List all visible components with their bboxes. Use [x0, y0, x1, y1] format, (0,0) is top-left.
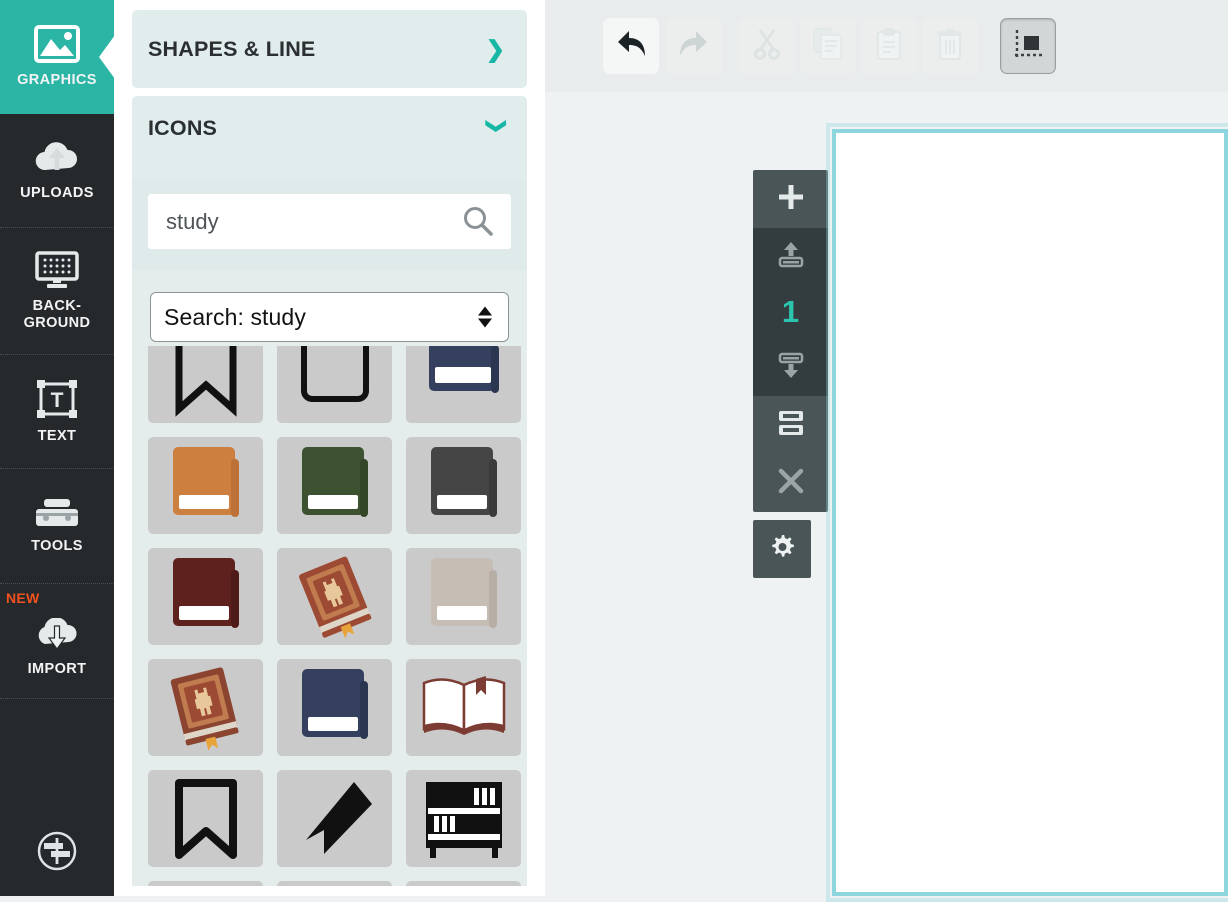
icon-result-navy-book[interactable] — [277, 659, 392, 756]
edit-toolbar — [545, 0, 1228, 92]
move-page-up-icon — [776, 241, 806, 274]
icon-search-zone — [132, 180, 527, 270]
editor-app: GRAPHICS UPLOADS BACK- GROUND T TEXT TOO… — [0, 0, 1228, 902]
icon-results-scroll[interactable] — [132, 346, 527, 886]
clipboard-icon — [875, 28, 903, 65]
icon-result-closed-book-solid[interactable] — [148, 881, 263, 886]
accordion-title: SHAPES & LINE — [148, 36, 316, 61]
active-pointer-icon — [99, 34, 115, 79]
chevron-right-icon: ❯ — [485, 35, 505, 62]
icon-result-bookmark-ribbon-outline[interactable] — [148, 346, 263, 423]
position-button[interactable] — [1000, 18, 1056, 74]
icon-results-grid — [132, 346, 527, 886]
icon-result-bookmark-outline[interactable] — [148, 770, 263, 867]
page-controls-group: 1 — [753, 170, 828, 512]
icon-result-dark-gray-book[interactable] — [406, 437, 521, 534]
sidebar-item-label: TOOLS — [31, 538, 83, 554]
icon-result-open-book[interactable] — [406, 659, 521, 756]
redo-icon — [677, 29, 711, 64]
duplicate-page-icon — [776, 410, 806, 441]
icon-result-bookmark-solid[interactable] — [277, 770, 392, 867]
toolbox-icon — [33, 497, 81, 529]
sidebar-item-tools[interactable]: TOOLS — [0, 469, 114, 584]
page-controls: 1 — [753, 170, 828, 578]
chevron-down-icon: ❯ — [485, 117, 508, 135]
undo-button[interactable] — [603, 18, 659, 74]
icon-result-storybook[interactable] — [148, 659, 263, 756]
graphics-panel: SHAPES & LINE ❯ ICONS ❯ Search: study — [114, 0, 545, 896]
undo-icon — [614, 29, 648, 64]
add-page-button[interactable] — [753, 170, 828, 228]
gear-icon — [768, 533, 796, 566]
monitor-pattern-icon — [34, 250, 80, 289]
accordion-icons[interactable]: ICONS ❯ — [132, 96, 527, 192]
paste-button[interactable] — [861, 18, 917, 74]
icon-result-beige-book[interactable] — [406, 548, 521, 645]
sidebar-item-graphics[interactable]: GRAPHICS — [0, 0, 115, 114]
close-x-icon — [777, 467, 805, 500]
sidebar-item-label: GRAPHICS — [17, 71, 97, 88]
move-page-down-icon — [776, 351, 806, 384]
new-badge: NEW — [6, 590, 40, 606]
select-arrows-icon — [478, 306, 492, 328]
cloud-upload-icon — [33, 140, 81, 176]
scissors-icon — [752, 28, 782, 65]
search-filter-select[interactable]: Search: study — [150, 292, 509, 342]
search-icon[interactable] — [461, 205, 495, 239]
redo-button[interactable] — [666, 18, 722, 74]
icon-result-bookshelf[interactable] — [406, 770, 521, 867]
sidebar-item-uploads[interactable]: UPLOADS — [0, 114, 114, 228]
design-canvas[interactable] — [832, 129, 1228, 896]
sidebar-item-label: TEXT — [37, 427, 77, 444]
copy-button[interactable] — [800, 18, 856, 74]
search-box[interactable] — [148, 194, 511, 249]
plus-icon — [776, 182, 806, 217]
icon-result-notebook-solid[interactable] — [277, 881, 392, 886]
left-sidebar: GRAPHICS UPLOADS BACK- GROUND T TEXT TOO… — [0, 0, 115, 896]
duplicate-page-button[interactable] — [753, 396, 828, 454]
icon-result-storybook-tilted[interactable] — [277, 548, 392, 645]
page-settings-button[interactable] — [753, 520, 811, 578]
icon-result-open-book-solid[interactable] — [406, 881, 521, 886]
accordion-title: ICONS — [148, 116, 218, 140]
sidebar-signpost-button[interactable] — [0, 810, 114, 896]
icon-result-orange-book[interactable] — [148, 437, 263, 534]
delete-page-button[interactable] — [753, 454, 828, 512]
accordion-shapes-and-line[interactable]: SHAPES & LINE ❯ — [132, 10, 527, 88]
page-number: 1 — [753, 286, 828, 338]
icon-result-maroon-book[interactable] — [148, 548, 263, 645]
move-page-up-button[interactable] — [753, 228, 828, 286]
sidebar-item-text[interactable]: T TEXT — [0, 355, 114, 469]
delete-button[interactable] — [922, 18, 978, 74]
sidebar-item-background[interactable]: BACK- GROUND — [0, 228, 114, 355]
sidebar-item-label: IMPORT — [27, 661, 87, 677]
svg-text:T: T — [51, 389, 64, 412]
sidebar-item-label: BACK- GROUND — [23, 297, 91, 331]
icon-result-green-book[interactable] — [277, 437, 392, 534]
text-box-icon: T — [35, 379, 79, 419]
move-page-down-button[interactable] — [753, 338, 828, 396]
cloud-download-icon — [33, 617, 81, 652]
sidebar-item-import[interactable]: NEW IMPORT — [0, 584, 114, 699]
sidebar-item-label: UPLOADS — [20, 184, 94, 201]
cut-button[interactable] — [739, 18, 795, 74]
icon-result-book-cover-outline[interactable] — [277, 346, 392, 423]
trash-icon — [936, 28, 964, 65]
search-filter-value: Search: study — [164, 303, 306, 330]
canvas-wrapper — [826, 123, 1228, 902]
search-input[interactable] — [148, 194, 511, 249]
copy-icon — [813, 28, 843, 65]
image-icon — [34, 24, 80, 63]
canvas-stage: 1 — [545, 0, 1228, 902]
crop-frame-icon — [1012, 28, 1044, 65]
icon-result-navy-book-top[interactable] — [406, 346, 521, 423]
icon-filter-zone: Search: study — [132, 270, 527, 346]
signpost-icon — [35, 829, 79, 878]
